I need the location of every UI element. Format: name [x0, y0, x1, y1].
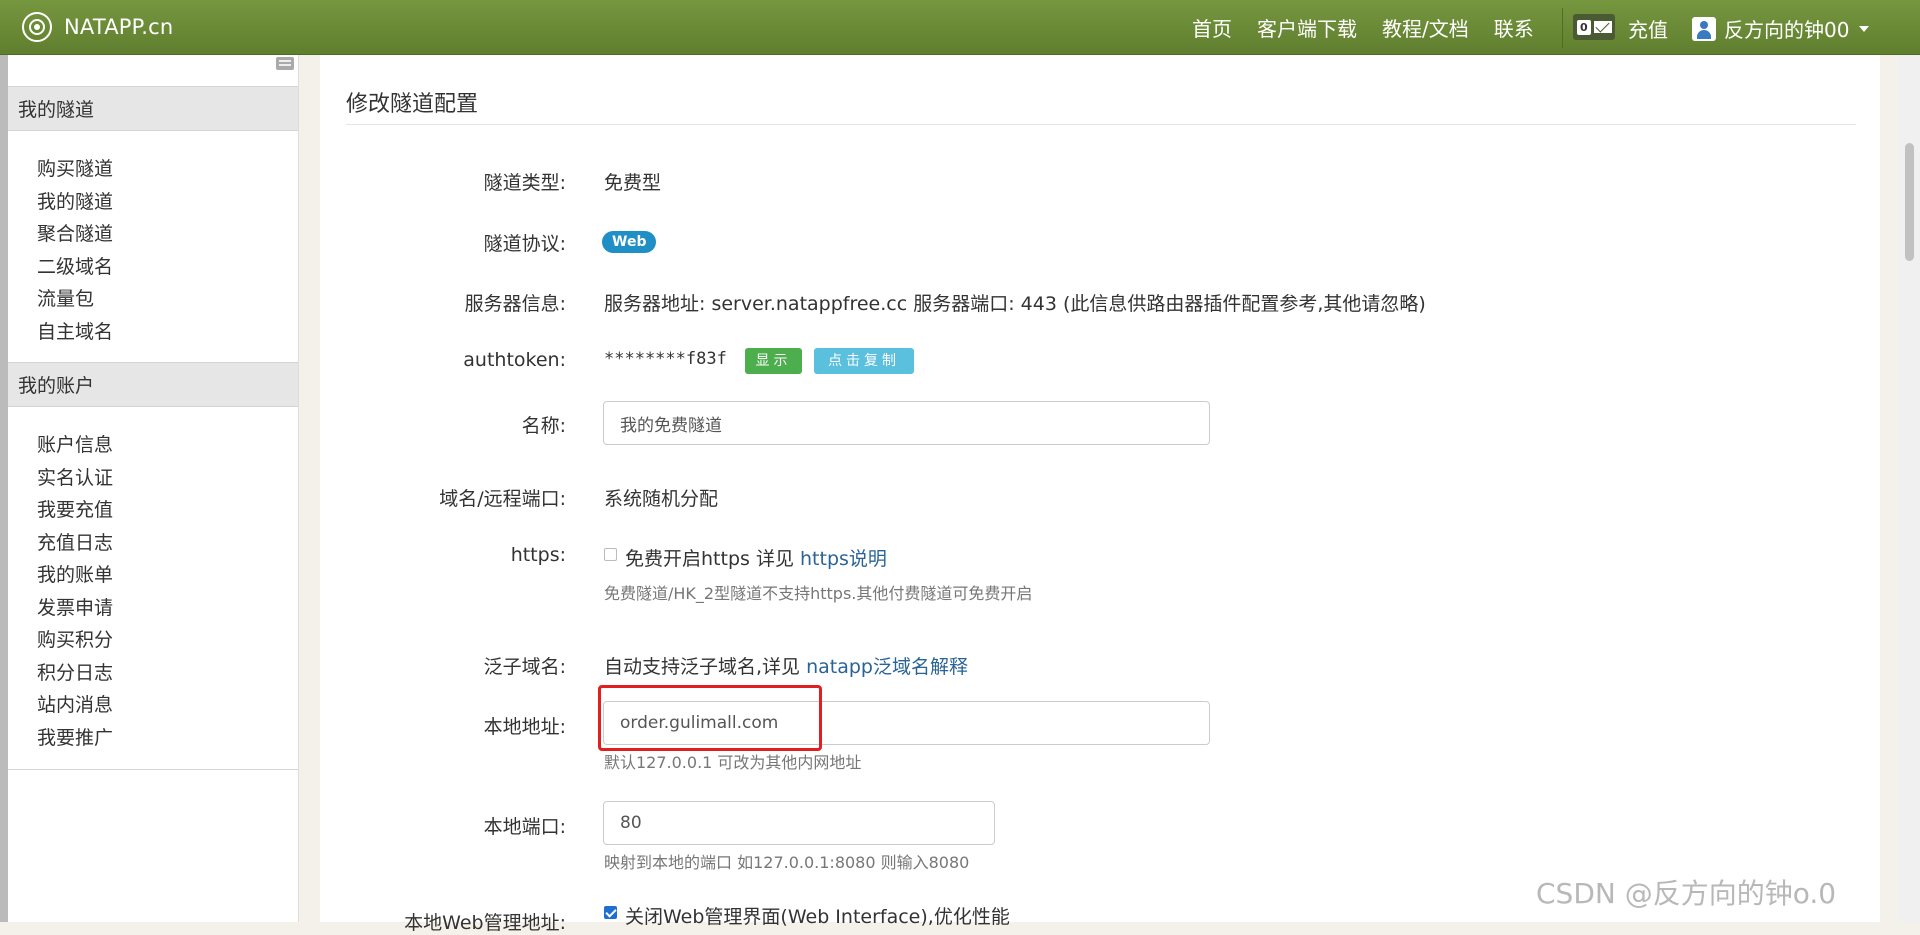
csdn-watermark: CSDN @反方向的钟o.0 — [1536, 877, 1837, 910]
user-menu[interactable]: 反方向的钟00 — [1692, 14, 1870, 43]
sidebar-item-account-info[interactable]: 账户信息 — [37, 430, 113, 457]
wildcard-label: 泛子域名: — [483, 656, 566, 678]
web-mgmt-checkbox[interactable] — [604, 906, 617, 919]
caret-down-icon — [1859, 25, 1870, 32]
protocol-web-badge: Web — [602, 231, 657, 253]
sidebar-item-buy-tunnel[interactable]: 购买隧道 — [37, 154, 113, 181]
local-address-label: 本地地址: — [483, 716, 566, 738]
tunnel-type-value: 免费型 — [604, 172, 662, 194]
sidebar-item-custom-domain[interactable]: 自主域名 — [37, 317, 113, 344]
copy-token-button[interactable]: 点击复制 — [814, 348, 914, 374]
sidebar-item-subdomain[interactable]: 二级域名 — [37, 252, 113, 279]
https-label: https: — [510, 544, 566, 566]
server-info-value: 服务器地址: server.natappfree.cc 服务器端口: 443 (… — [604, 293, 1426, 315]
mail-button[interactable]: 0 — [1573, 14, 1615, 40]
sidebar-section-account[interactable]: 我的账户 — [8, 362, 298, 407]
sidebar: 我的隧道 购买隧道 我的隧道 聚合隧道 二级域名 流量包 自主域名 我的账户 账… — [0, 55, 299, 922]
wildcard-text: 自动支持泛子域名,详见 — [604, 656, 801, 678]
protocol-label: 隧道协议: — [483, 233, 566, 255]
sidebar-item-points-log[interactable]: 积分日志 — [37, 658, 113, 685]
sidebar-bottom-rule — [8, 769, 298, 770]
local-port-label: 本地端口: — [483, 816, 566, 838]
sidebar-item-my-tunnels[interactable]: 我的隧道 — [37, 187, 113, 214]
title-divider — [346, 124, 1856, 125]
https-checkbox-text: 免费开启https 详见 — [625, 548, 794, 570]
page-scrollbar[interactable] — [1898, 55, 1920, 922]
sidebar-item-promotion[interactable]: 我要推广 — [37, 723, 113, 750]
brand[interactable]: NATAPP.cn — [22, 10, 173, 44]
authtoken-label: authtoken: — [463, 349, 566, 371]
sidebar-item-invoice[interactable]: 发票申请 — [37, 593, 113, 620]
local-address-input[interactable] — [603, 701, 1210, 745]
top-navbar: NATAPP.cn 首页 客户端下载 教程/文档 联系 0 充值 反方向的钟00 — [0, 0, 1920, 55]
scrollbar-thumb[interactable] — [1905, 143, 1914, 261]
wildcard-docs-link[interactable]: natapp泛域名解释 — [806, 656, 968, 678]
nav-link-home[interactable]: 首页 — [1192, 13, 1232, 42]
https-docs-link[interactable]: https说明 — [800, 548, 887, 570]
sidebar-section-tunnels[interactable]: 我的隧道 — [8, 86, 298, 131]
local-port-input[interactable] — [603, 801, 995, 845]
brand-name: NATAPP.cn — [64, 15, 174, 39]
nav-link-docs[interactable]: 教程/文档 — [1382, 13, 1469, 42]
nav-link-download[interactable]: 客户端下载 — [1257, 13, 1357, 42]
sidebar-item-verification[interactable]: 实名认证 — [37, 463, 113, 490]
sidebar-item-aggregate-tunnel[interactable]: 聚合隧道 — [37, 219, 113, 246]
show-token-button[interactable]: 显示 — [745, 348, 802, 374]
tunnel-type-label: 隧道类型: — [483, 172, 566, 194]
local-address-hint: 默认127.0.0.1 可改为其他内网地址 — [604, 753, 862, 772]
sidebar-item-bills[interactable]: 我的账单 — [37, 560, 113, 587]
sidebar-collapse-icon[interactable] — [276, 57, 294, 70]
natapp-logo-icon — [22, 12, 52, 42]
https-option: 免费开启https 详见 https说明 — [625, 544, 887, 571]
sidebar-item-recharge[interactable]: 我要充值 — [37, 495, 113, 522]
sidebar-item-traffic-pack[interactable]: 流量包 — [37, 284, 94, 311]
sidebar-item-buy-points[interactable]: 购买积分 — [37, 625, 113, 652]
mail-count-badge: 0 — [1577, 19, 1591, 35]
local-port-hint: 映射到本地的端口 如127.0.0.1:8080 则输入8080 — [604, 853, 970, 872]
sidebar-item-messages[interactable]: 站内消息 — [37, 690, 113, 717]
nav-recharge-link[interactable]: 充值 — [1628, 14, 1668, 43]
domain-port-value: 系统随机分配 — [604, 488, 719, 510]
user-avatar-icon — [1692, 16, 1716, 41]
authtoken-value: ********f83f — [604, 349, 727, 369]
tunnel-name-input[interactable] — [603, 401, 1210, 445]
username: 反方向的钟00 — [1724, 18, 1850, 42]
wildcard-info: 自动支持泛子域名,详见 natapp泛域名解释 — [604, 652, 968, 679]
nav-link-contact[interactable]: 联系 — [1494, 13, 1534, 42]
server-info-label: 服务器信息: — [464, 293, 566, 315]
envelope-icon — [1593, 21, 1612, 33]
sidebar-item-recharge-log[interactable]: 充值日志 — [37, 528, 113, 555]
sidebar-edge — [0, 55, 8, 922]
nav-links: 首页 客户端下载 教程/文档 联系 — [1192, 0, 1559, 54]
https-hint: 免费隧道/HK_2型隧道不支持https.其他付费隧道可免费开启 — [604, 584, 1033, 603]
nav-divider — [1562, 8, 1563, 48]
name-label: 名称: — [521, 415, 566, 437]
domain-port-label: 域名/远程端口: — [439, 488, 566, 510]
web-mgmt-checkbox-text: 关闭Web管理界面(Web Interface),优化性能 — [625, 906, 1010, 928]
page-title: 修改隧道配置 — [346, 92, 479, 117]
https-checkbox[interactable] — [604, 548, 617, 561]
